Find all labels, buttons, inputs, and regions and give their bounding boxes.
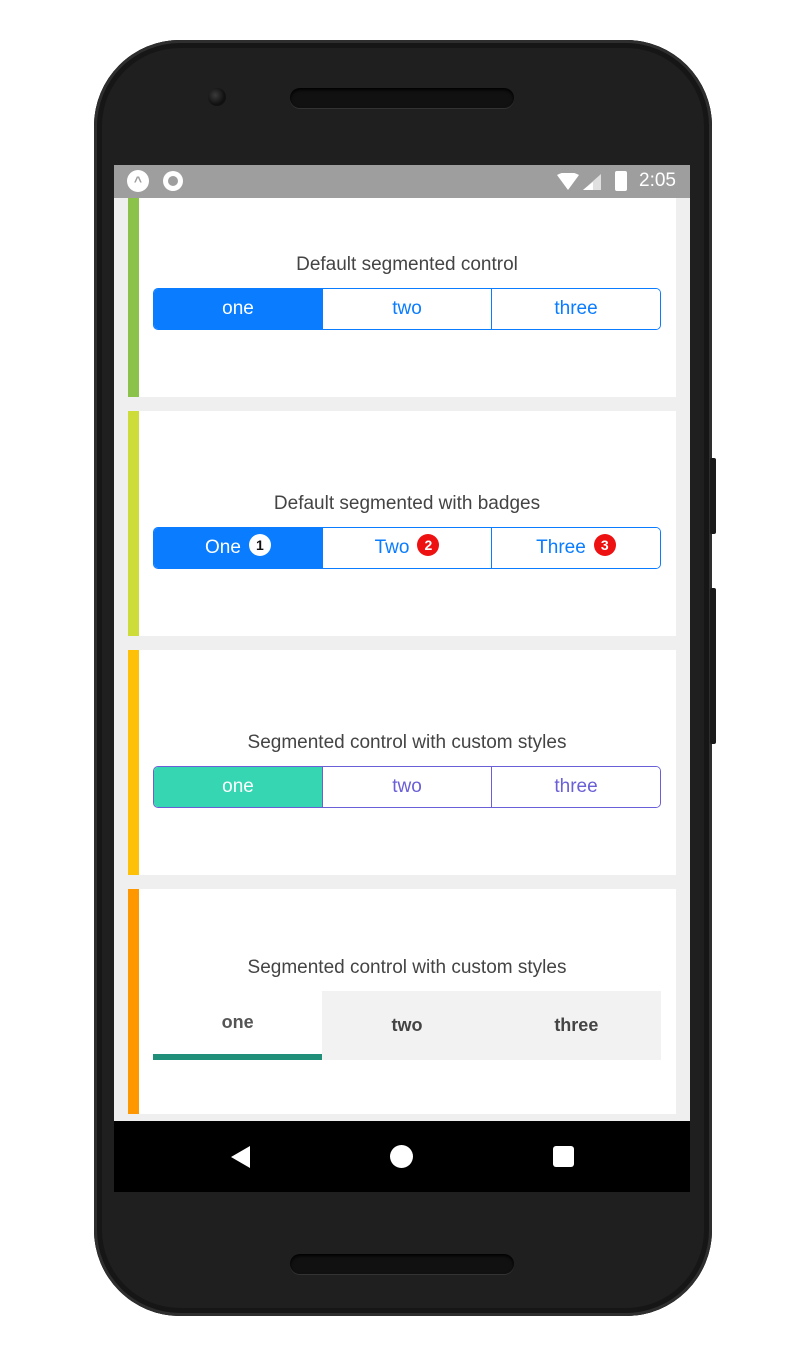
segment-one[interactable]: one	[153, 991, 323, 1060]
card-title: Default segmented control	[296, 254, 518, 275]
segment-three[interactable]: Three 3	[491, 528, 660, 568]
segment-label: Three	[536, 537, 586, 558]
segment-two[interactable]: two	[322, 289, 491, 329]
segment-two[interactable]: two	[322, 767, 491, 807]
record-icon	[163, 171, 183, 191]
segment-label: One	[205, 537, 241, 558]
battery-icon	[615, 171, 627, 191]
card-title: Segmented control with custom styles	[247, 732, 567, 753]
power-button	[710, 458, 716, 534]
segment-three[interactable]: three	[491, 289, 660, 329]
bottom-speaker	[290, 1254, 514, 1274]
wifi-signal-icon	[557, 173, 601, 190]
status-bar: ^ 2:05	[114, 165, 690, 198]
card-badges: Default segmented with badges One 1 Two …	[128, 411, 676, 636]
navigation-bar	[114, 1121, 690, 1192]
clock: 2:05	[639, 170, 676, 191]
segmented-control-custom: one two three	[153, 766, 661, 808]
front-camera	[208, 88, 226, 106]
segment-three[interactable]: three	[491, 767, 660, 807]
accent-stripe	[128, 889, 139, 1114]
segment-two[interactable]: two	[322, 991, 492, 1060]
screen: ^ 2:05 Default segmented control one two…	[114, 165, 690, 1192]
segment-one[interactable]: One 1	[154, 528, 322, 568]
segment-one[interactable]: one	[154, 767, 322, 807]
volume-button	[710, 588, 716, 744]
back-icon[interactable]	[231, 1146, 250, 1168]
card-custom-tabs: Segmented control with custom styles one…	[128, 889, 676, 1114]
segment-two[interactable]: Two 2	[322, 528, 491, 568]
accent-stripe	[128, 650, 139, 875]
card-custom-styles: Segmented control with custom styles one…	[128, 650, 676, 875]
segmented-control-default: one two three	[153, 288, 661, 330]
badge: 1	[248, 534, 271, 556]
badge: 3	[593, 534, 616, 556]
recents-icon[interactable]	[553, 1146, 574, 1167]
top-speaker	[290, 88, 514, 108]
accent-stripe	[128, 411, 139, 636]
card-title: Segmented control with custom styles	[247, 957, 567, 978]
segment-one[interactable]: one	[154, 289, 322, 329]
a-icon: ^	[127, 170, 149, 192]
home-icon[interactable]	[390, 1145, 413, 1168]
segment-label: Two	[374, 537, 410, 558]
segmented-control-tabs: one two three	[153, 991, 661, 1060]
segmented-control-badges: One 1 Two 2 Three 3	[153, 527, 661, 569]
card-default: Default segmented control one two three	[128, 198, 676, 397]
badge: 2	[417, 534, 440, 556]
segment-three[interactable]: three	[491, 991, 661, 1060]
accent-stripe	[128, 198, 139, 397]
card-title: Default segmented with badges	[273, 493, 541, 514]
